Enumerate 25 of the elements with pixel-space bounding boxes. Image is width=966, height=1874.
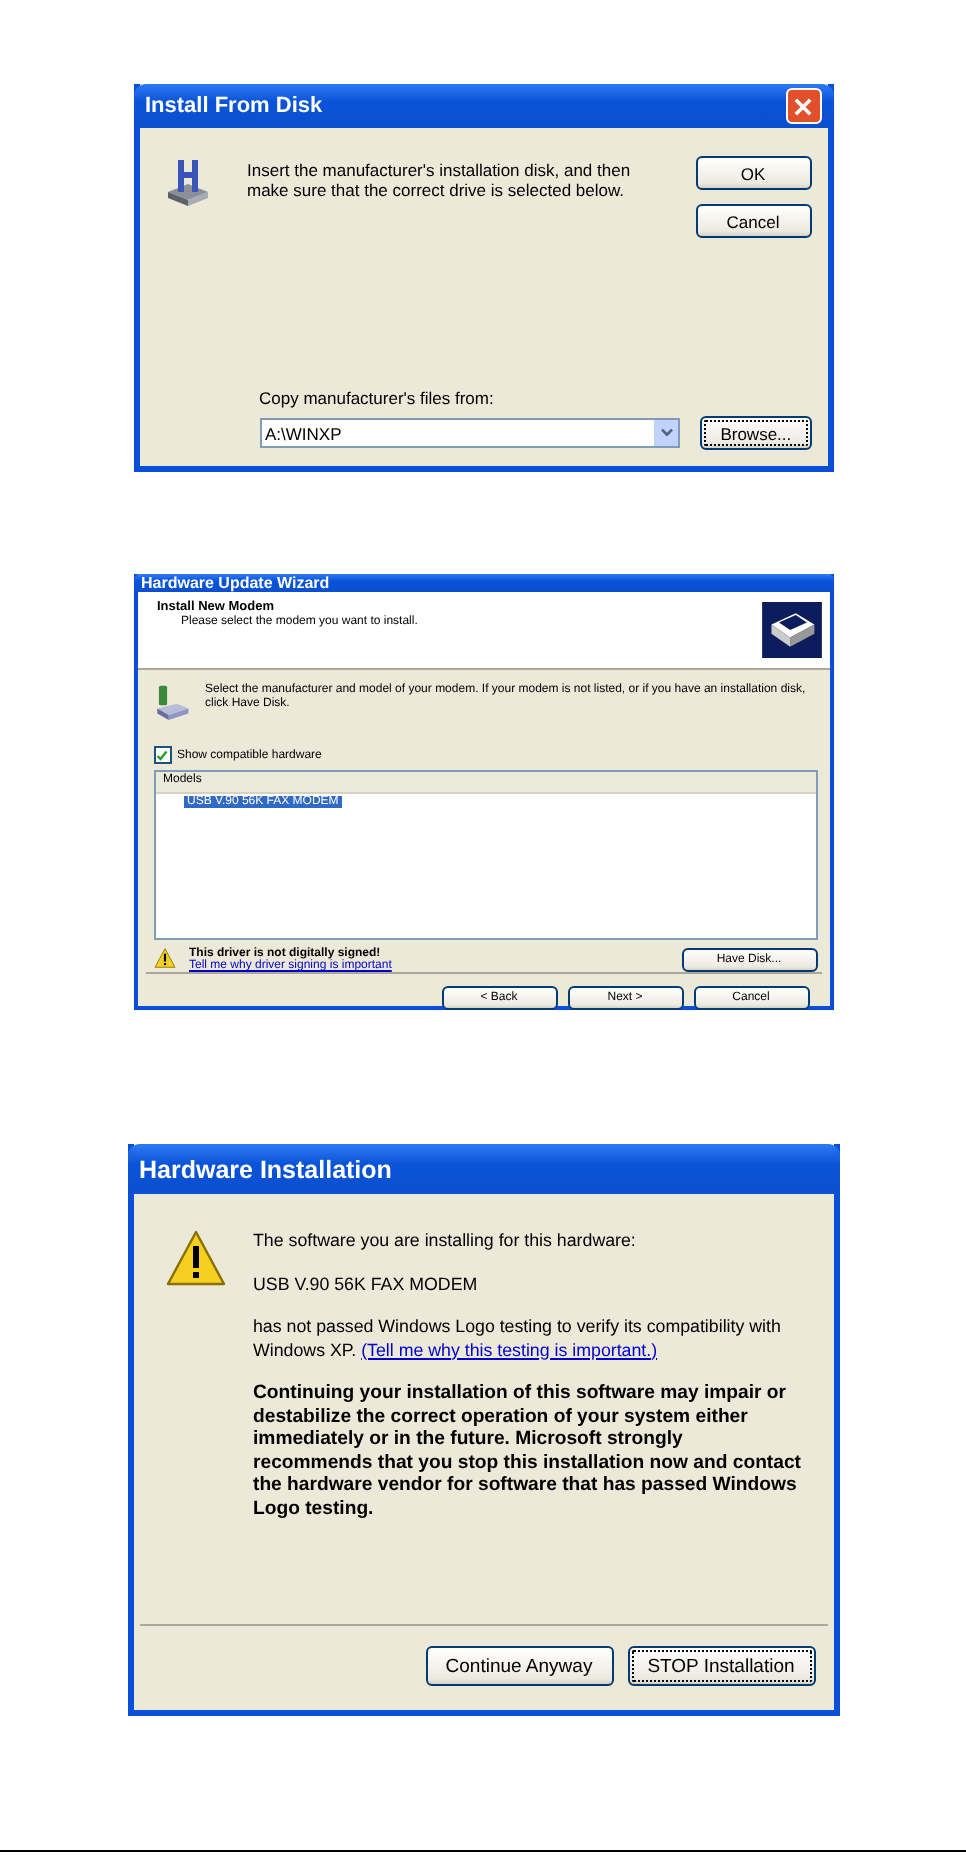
- path-dropdown[interactable]: A:\WINXP: [259, 418, 681, 448]
- window-title: Hardware Update Wizard: [141, 574, 330, 592]
- dialog-button[interactable]: Continue Anyway: [425, 1646, 613, 1686]
- close-icon: [794, 97, 812, 115]
- dialog-message: Insert the manufacturer's installation disk, and then make sure that the correct drive is selected below.: [247, 158, 633, 200]
- dialog-button[interactable]: Browse...: [700, 416, 811, 450]
- checkbox[interactable]: [153, 746, 171, 764]
- warning-text: Continuing your installation of this software may impair or destabilize the correct operation of your system either immediately or in the future. Microsoft strongly recommends that you stop this installation now and contact the hardware vendor for software that has passed Windows Logo testing.: [253, 1382, 803, 1520]
- dialog-message: has not passed Windows Logo testing to verify its compatibility with Windows XP. (Tell me why this testing is important.): [253, 1316, 783, 1362]
- dialog-button[interactable]: Cancel: [695, 204, 811, 238]
- window-title: Install From Disk: [145, 94, 323, 118]
- dialog-button[interactable]: STOP Installation: [627, 1646, 815, 1686]
- check-icon: [156, 749, 168, 761]
- warning-icon: [153, 948, 175, 968]
- dialog-button[interactable]: OK: [695, 156, 811, 190]
- disk-drive-icon: [163, 156, 211, 208]
- hardware-icon: [761, 602, 821, 658]
- close-button[interactable]: [785, 88, 821, 124]
- dialog-message: The software you are installing for this hardware:: [253, 1230, 638, 1253]
- help-link[interactable]: (Tell me why this testing is important.): [361, 1339, 658, 1359]
- modem-icon: [153, 682, 189, 722]
- field-label: Copy manufacturer's files from:: [259, 388, 496, 408]
- warning-icon: [165, 1230, 225, 1286]
- window-title: Hardware Installation: [139, 1155, 392, 1183]
- device-name: USB V.90 56K FAX MODEM: [253, 1273, 480, 1296]
